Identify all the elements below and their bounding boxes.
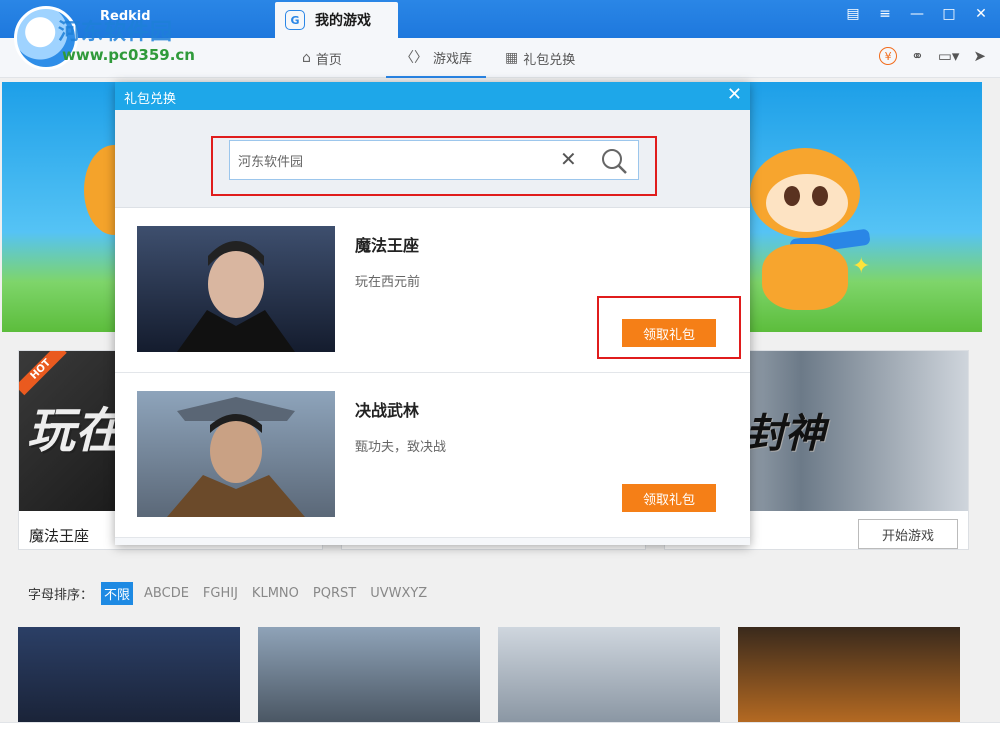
- sort-item-uvwxyz[interactable]: UVWXYZ: [367, 584, 430, 603]
- dialog-close-icon[interactable]: ✕: [727, 84, 742, 105]
- tab-my-games[interactable]: G 我的游戏: [275, 2, 398, 38]
- menu-icon[interactable]: ≡: [876, 6, 894, 22]
- rocket-icon[interactable]: ➤: [973, 47, 986, 65]
- message-icon[interactable]: ▤: [844, 6, 862, 22]
- search-icon[interactable]: [600, 147, 628, 175]
- nav-right-tools: ¥ ⚭ ▭▾ ➤: [879, 47, 986, 65]
- nav-item-label: 游戏库: [432, 51, 472, 67]
- dialog-title: 礼包兑换: [124, 92, 177, 107]
- watermark-title: 河东软件园: [58, 20, 174, 45]
- clear-icon[interactable]: ✕: [560, 147, 577, 171]
- game-thumbnail[interactable]: [258, 627, 480, 723]
- status-bar: [0, 722, 1000, 750]
- sort-item-abcde[interactable]: ABCDE: [141, 584, 192, 603]
- game-art-text: 封神: [745, 411, 825, 457]
- game-thumbnail[interactable]: [738, 627, 960, 723]
- game-thumbnail[interactable]: [498, 627, 720, 723]
- gift-search-box[interactable]: ✕: [229, 140, 639, 180]
- tab-my-games-label: 我的游戏: [315, 13, 371, 29]
- sort-item-pqrst[interactable]: PQRST: [310, 584, 359, 603]
- start-game-button[interactable]: 开始游戏: [858, 519, 958, 549]
- nav-item-gift-exchange[interactable]: ▦ 礼包兑换: [505, 38, 605, 78]
- nav-item-label: 礼包兑换: [523, 52, 576, 68]
- nav-item-home[interactable]: ⌂ 首页: [302, 38, 362, 78]
- coin-icon[interactable]: ¥: [879, 47, 898, 65]
- game-thumbnail[interactable]: [18, 627, 240, 723]
- close-icon[interactable]: ✕: [972, 6, 990, 22]
- minimize-icon[interactable]: —: [908, 6, 926, 22]
- nav-item-game-library[interactable]: 〈〉 游戏库: [386, 38, 486, 78]
- letter-sort: 字母排序： 不限 ABCDE FGHIJ KLMNO PQRST UVWXYZ: [28, 582, 430, 605]
- dialog-header: 礼包兑换 ✕: [115, 82, 750, 110]
- banner-mascot-right: [750, 148, 871, 318]
- sort-label: 字母排序：: [28, 588, 94, 603]
- gift-game-desc: 玩在西元前: [355, 275, 421, 290]
- gift-game-image: [137, 391, 335, 517]
- sort-item-all[interactable]: 不限: [101, 582, 134, 605]
- maximize-icon[interactable]: □: [940, 6, 958, 22]
- hot-badge: HOT: [19, 351, 67, 396]
- game-card-title: 魔法王座: [29, 527, 90, 545]
- gift-list-item: 决战武林 甄功夫，致决战 领取礼包: [115, 373, 750, 538]
- sort-item-fghij[interactable]: FGHIJ: [200, 584, 241, 603]
- game-g-icon: G: [285, 10, 305, 30]
- gift-icon: ▦: [505, 50, 519, 66]
- claim-gift-button[interactable]: 领取礼包: [622, 484, 716, 512]
- headset-icon[interactable]: ⚭: [911, 47, 924, 65]
- home-icon: ⌂: [302, 50, 311, 66]
- watermark-url: www.pc0359.cn: [62, 46, 195, 64]
- gift-game-desc: 甄功夫，致决战: [355, 440, 447, 455]
- nav-item-label: 首页: [315, 52, 342, 68]
- title-bar: Redkid 河东软件园 G 我的游戏 ▤ ≡ — □ ✕: [0, 0, 1000, 70]
- gift-exchange-dialog: 礼包兑换 ✕ ✕ 魔法王座 玩在西元前 领取礼包: [115, 82, 750, 545]
- highlight-box: [597, 296, 741, 359]
- gamepad-icon: 〈〉: [399, 50, 428, 66]
- sort-item-klmno[interactable]: KLMNO: [249, 584, 302, 603]
- star-icon: ✦: [852, 254, 871, 279]
- gift-game-image: [137, 226, 335, 352]
- gift-search-input[interactable]: [238, 150, 538, 170]
- gift-game-name: 决战武林: [355, 401, 420, 420]
- monitor-icon[interactable]: ▭▾: [938, 47, 960, 65]
- gift-game-name: 魔法王座: [355, 236, 420, 255]
- window-controls: ▤ ≡ — □ ✕: [844, 6, 990, 22]
